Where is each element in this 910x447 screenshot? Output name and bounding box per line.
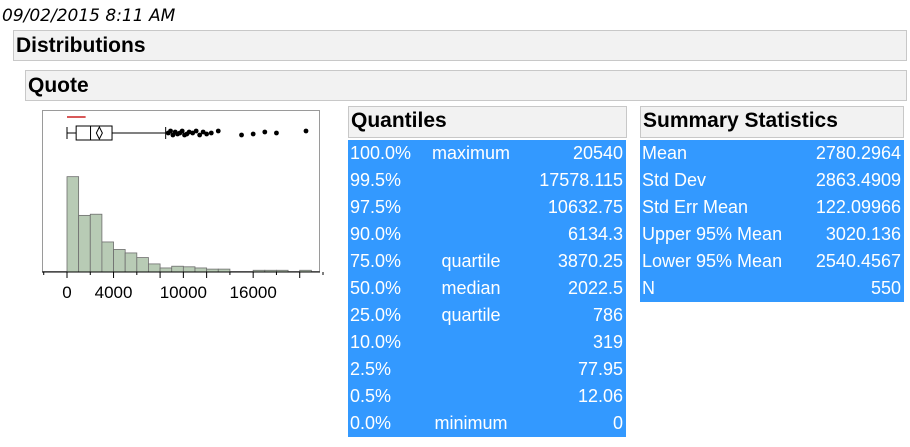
- distribution-chart: 0 4000 10000 16000: [42, 116, 324, 302]
- histogram-bar: [78, 214, 91, 273]
- summary-value: 2863.4909: [815, 170, 901, 190]
- summary-statistics-table[interactable]: Mean 2780.2964 Std Dev 2863.4909 Std Err Mea…: [640, 140, 904, 302]
- distributions-title: Distributions: [16, 34, 146, 57]
- boxplot-outlier: [262, 129, 268, 135]
- boxplot-outlier: [215, 128, 221, 134]
- quantile-row[interactable]: 97.5% 10632.75: [348, 194, 626, 221]
- quantile-row[interactable]: 50.0% median 2022.5: [348, 275, 626, 302]
- quantile-row[interactable]: 99.5% 17578.115: [348, 167, 626, 194]
- boxplot-outlier: [250, 131, 256, 137]
- histogram-bar: [124, 252, 138, 273]
- histogram-bar: [171, 265, 184, 273]
- quantile-value: 0: [612, 413, 623, 433]
- summary-label: Std Dev: [642, 170, 707, 190]
- histogram-bar: [148, 263, 161, 273]
- boxplot-outlier: [204, 131, 210, 137]
- report-timestamp: 09/02/2015 8:11 AM: [2, 6, 176, 26]
- summary-label: Std Err Mean: [642, 197, 749, 217]
- summary-label: Lower 95% Mean: [642, 251, 783, 271]
- quantile-value: 20540: [572, 143, 623, 163]
- quantile-percent: 25.0%: [350, 305, 402, 325]
- quantile-row[interactable]: 25.0% quartile 786: [348, 302, 626, 329]
- quantile-value: 77.95: [577, 359, 623, 379]
- quote-title: Quote: [28, 74, 89, 97]
- summary-label: N: [642, 278, 655, 298]
- summary-value: 122.09966: [815, 197, 901, 217]
- boxplot-outlier: [274, 130, 279, 136]
- summary-row[interactable]: Mean 2780.2964: [640, 140, 904, 167]
- boxplot-outlier: [303, 128, 309, 134]
- quantile-percent: 10.0%: [350, 332, 402, 352]
- histogram-bars: [66, 176, 312, 273]
- quantile-percent: 100.0%: [350, 143, 412, 163]
- quantile-value: 3870.25: [557, 251, 623, 271]
- histogram-bar: [159, 267, 173, 273]
- x-tick-label: 10000: [160, 283, 207, 302]
- boxplot-outlier: [168, 128, 173, 134]
- quantile-label: minimum: [434, 413, 508, 433]
- boxplot-outlier: [193, 128, 199, 134]
- quantile-value: 17578.115: [539, 170, 623, 190]
- quantile-row[interactable]: 90.0% 6134.3: [348, 221, 626, 248]
- quantiles-table[interactable]: 100.0% maximum 20540 99.5% 17578.115 97.5% 106…: [348, 140, 626, 437]
- quantile-percent: 0.5%: [350, 386, 392, 406]
- boxplot-outlier: [179, 128, 185, 134]
- quantile-value: 319: [592, 332, 623, 352]
- quantile-percent: 99.5%: [350, 170, 402, 190]
- quantile-value: 6134.3: [567, 224, 623, 244]
- quantile-value: 786: [592, 305, 623, 325]
- x-tick-label: 4000: [95, 283, 133, 302]
- histogram-bar: [113, 249, 126, 273]
- quantile-label: maximum: [431, 143, 510, 163]
- distributions-outline-header[interactable]: [13, 30, 907, 61]
- summary-row[interactable]: Std Dev 2863.4909: [640, 167, 904, 194]
- quantile-row[interactable]: 0.0% minimum 0: [348, 410, 626, 437]
- quantile-row[interactable]: 100.0% maximum 20540: [348, 140, 626, 167]
- boxplot-box: [75, 125, 113, 141]
- quantile-value: 12.06: [577, 386, 623, 406]
- quantile-label: median: [441, 278, 501, 298]
- boxplot-outlier: [208, 130, 214, 136]
- quantile-percent: 90.0%: [350, 224, 402, 244]
- summary-statistics-header[interactable]: Summary Statistics: [640, 106, 904, 138]
- x-tick-label: 16000: [230, 283, 277, 302]
- histogram-bar: [66, 176, 80, 273]
- quantile-percent: 2.5%: [350, 359, 392, 379]
- summary-value: 2540.4567: [815, 251, 901, 271]
- summary-row[interactable]: Lower 95% Mean 2540.4567: [640, 248, 904, 275]
- quantile-label: quartile: [441, 251, 501, 271]
- summary-row[interactable]: N 550: [640, 275, 904, 302]
- quantile-percent: 0.0%: [350, 413, 392, 433]
- quantile-value: 2022.5: [567, 278, 623, 298]
- summary-value: 2780.2964: [815, 143, 901, 163]
- quantile-percent: 75.0%: [350, 251, 402, 271]
- quantile-row[interactable]: 0.5% 12.06: [348, 383, 626, 410]
- boxplot: [66, 116, 309, 141]
- x-tick-label: 0: [62, 283, 71, 302]
- quantile-label: quartile: [441, 305, 501, 325]
- quantile-percent: 50.0%: [350, 278, 402, 298]
- summary-label: Upper 95% Mean: [642, 224, 783, 244]
- quantile-row[interactable]: 75.0% quartile 3870.25: [348, 248, 626, 275]
- histogram-bar: [182, 266, 196, 273]
- summary-label: Mean: [642, 143, 688, 163]
- quantile-percent: 97.5%: [350, 197, 402, 217]
- histogram-bar: [194, 267, 208, 273]
- summary-row[interactable]: Std Err Mean 122.09966: [640, 194, 904, 221]
- quantile-value: 10632.75: [547, 197, 623, 217]
- histogram-bar: [101, 241, 114, 273]
- quantile-row[interactable]: 2.5% 77.95: [348, 356, 626, 383]
- boxplot-outlier: [239, 132, 244, 138]
- summary-value: 550: [870, 278, 901, 298]
- summary-row[interactable]: Upper 95% Mean 3020.136: [640, 221, 904, 248]
- quote-outline-header[interactable]: [25, 70, 907, 101]
- quantile-row[interactable]: 10.0% 319: [348, 329, 626, 356]
- summary-value: 3020.136: [825, 224, 901, 244]
- histogram-bar: [136, 257, 149, 273]
- x-axis: 0 4000 10000 16000: [42, 271, 324, 302]
- histogram-bar: [89, 213, 103, 273]
- quantiles-header[interactable]: Quantiles: [348, 106, 627, 138]
